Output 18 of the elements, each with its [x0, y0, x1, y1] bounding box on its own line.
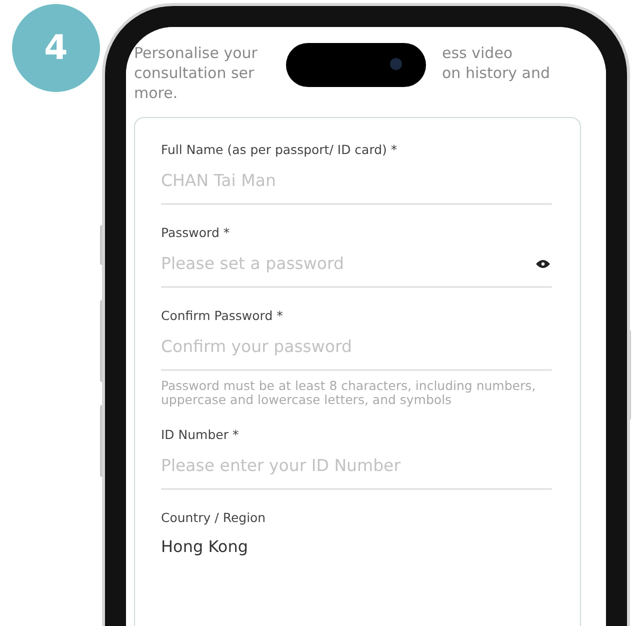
input-field[interactable]: Please enter your ID Number	[161, 442, 552, 490]
country-value[interactable]: Hong Kong	[161, 537, 552, 556]
intro-text: more.	[134, 83, 179, 103]
eye-icon[interactable]	[536, 259, 550, 269]
intro-text: Personalise your	[134, 43, 258, 63]
input-field[interactable]: Please set a password	[161, 240, 552, 288]
field-label: ID Number *	[161, 427, 240, 442]
intro-text: on history and	[442, 63, 552, 83]
intro-text: consultation ser	[134, 63, 256, 83]
field-label: Full Name (as per passport/ ID card) *	[161, 142, 398, 157]
intro-text: ess video	[442, 43, 514, 63]
field-label: Confirm Password *	[161, 308, 284, 323]
step-badge: 4	[12, 4, 100, 92]
field-label: Password *	[161, 225, 231, 240]
input-field[interactable]: Confirm your password	[161, 323, 552, 371]
password-hint: Password must be at least 8 characters, including numbers, uppercase and lowercase letters, and symbols	[161, 379, 537, 407]
input-field[interactable]: CHAN Tai Man	[161, 157, 552, 205]
field-label: Country / Region	[161, 510, 267, 525]
